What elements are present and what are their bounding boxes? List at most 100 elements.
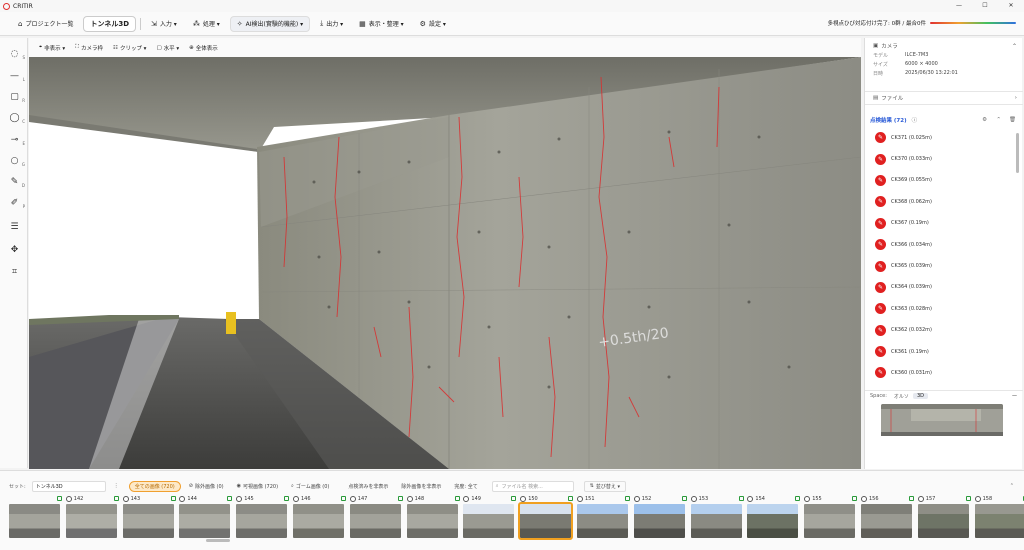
project-list-button[interactable]: ⌂ プロジェクト一覧: [12, 16, 79, 32]
input-menu[interactable]: ⇲ 入力 ▾: [145, 16, 183, 32]
thumbnail-select-radio[interactable]: [406, 496, 413, 502]
set-select[interactable]: トンネル3D: [31, 480, 106, 492]
result-item[interactable]: ✎ CK368 (0.062m): [865, 191, 1023, 212]
thumbnail-select-radio[interactable]: [293, 496, 299, 502]
result-item[interactable]: ✎ CK370 (0.033m): [865, 148, 1023, 169]
result-item[interactable]: ✎ CK360 (0.031m): [865, 362, 1023, 383]
result-item[interactable]: ✎ CK369 (0.055m): [865, 170, 1023, 191]
image-thumbnail[interactable]: 149: [463, 495, 518, 538]
focus-tool[interactable]: ⌗: [8, 266, 21, 279]
minimize-button[interactable]: —: [946, 0, 972, 12]
filter-excluded-images[interactable]: ⊘ 除外画像 (0): [184, 481, 229, 492]
hide-excluded-toggle[interactable]: 除外画像を非表示: [396, 481, 446, 492]
image-thumbnail[interactable]: [9, 495, 64, 538]
result-label: CK361 (0.19m): [891, 348, 929, 355]
thumbnail-select-radio[interactable]: [179, 496, 186, 502]
image-thumbnail[interactable]: 153: [690, 495, 746, 538]
sliders-tool[interactable]: ☰: [8, 221, 21, 234]
filter-visible-images[interactable]: ◉ 可視画像 (720): [232, 481, 283, 492]
completion-filter[interactable]: 完度: 全て: [449, 481, 482, 492]
thumbnail-select-radio[interactable]: [861, 496, 867, 502]
view-organize-menu[interactable]: ▦ 表示・整理 ▾: [353, 16, 410, 32]
line-tool[interactable]: — L: [8, 70, 25, 83]
filter-all-images[interactable]: 全ての画像 (720): [128, 480, 181, 492]
tunnel3d-tab[interactable]: トンネル3D: [83, 15, 137, 32]
image-thumbnail[interactable]: 155: [804, 495, 859, 538]
collapse-camera-icon[interactable]: ⌃: [1012, 43, 1017, 50]
ai-detect-menu[interactable]: ✧ AI検出(實験的機能) ▾: [229, 15, 311, 32]
hide-menu[interactable]: ⌖ 非表示 ▾: [39, 44, 65, 52]
close-button[interactable]: ✕: [998, 0, 1024, 12]
thumbnail-select-radio[interactable]: [633, 496, 640, 502]
image-thumbnail[interactable]: 143: [122, 495, 178, 538]
slice-tool[interactable]: ⊸ E: [8, 134, 25, 147]
orbit-tool[interactable]: ◌ S: [8, 48, 25, 61]
thumbnail-select-radio[interactable]: [577, 496, 583, 502]
result-item[interactable]: ✎ CK365 (0.039m): [865, 255, 1023, 276]
set-more-icon[interactable]: ⋮: [114, 483, 119, 489]
minimize-minimap-icon[interactable]: —: [1012, 393, 1017, 399]
rect-tool[interactable]: ▢ R: [8, 91, 25, 104]
image-thumbnail[interactable]: 146: [293, 495, 348, 538]
thumbnail-select-radio[interactable]: [236, 496, 243, 502]
settings-menu[interactable]: ⚙ 設定 ▾: [414, 16, 452, 32]
image-thumbnail[interactable]: 144: [179, 495, 234, 538]
file-section[interactable]: ▤ ファイル ›: [865, 91, 1023, 105]
image-thumbnail[interactable]: 152: [633, 495, 689, 538]
help-icon[interactable]: ⓘ: [912, 116, 918, 124]
image-thumbnail[interactable]: 151: [577, 495, 632, 538]
circle-tool[interactable]: ○ G: [8, 155, 25, 168]
results-collapse-icon[interactable]: ⌃: [996, 117, 1001, 123]
file-search-input[interactable]: ⌕ ファイル名 検索...: [491, 480, 574, 492]
thumbnail-select-radio[interactable]: [463, 496, 470, 502]
thumbnail-select-radio[interactable]: [804, 496, 811, 502]
thumbnail-select-radio[interactable]: [690, 496, 697, 502]
filter-zoom-images[interactable]: ⌕ ゴーム画像 (0): [286, 481, 334, 492]
expand-icon[interactable]: ⌃: [1010, 483, 1014, 489]
result-item[interactable]: ✎ CK367 (0.19m): [865, 213, 1023, 234]
maximize-button[interactable]: ☐: [972, 0, 998, 12]
move-tool[interactable]: ✥: [8, 244, 21, 257]
thumbnail-select-radio[interactable]: [520, 496, 527, 502]
thumbnail-select-radio[interactable]: [917, 496, 924, 502]
thumbnail-select-radio[interactable]: [122, 496, 129, 502]
space-tab-ortho[interactable]: オルソ: [890, 393, 913, 400]
image-thumbnail[interactable]: 154: [747, 495, 802, 538]
fit-all-button[interactable]: ⊕ 全体表示: [189, 44, 218, 52]
image-thumbnail[interactable]: 150: [518, 495, 575, 540]
space-tab-3d[interactable]: 3D: [912, 393, 928, 399]
pen-tool[interactable]: ✎ D: [8, 176, 25, 189]
clip-menu[interactable]: ☷ クリップ ▾: [113, 44, 146, 52]
result-item[interactable]: ✎ CK371 (0.025m): [865, 127, 1023, 148]
thumbnail-select-radio[interactable]: [747, 496, 754, 502]
thumbnail-select-radio[interactable]: [349, 496, 356, 502]
result-item[interactable]: ✎ CK363 (0.028m): [865, 298, 1023, 319]
results-scrollbar[interactable]: [1016, 133, 1019, 173]
result-item[interactable]: ✎ CK364 (0.039m): [865, 277, 1023, 298]
result-item[interactable]: ✎ CK362 (0.032m): [865, 320, 1023, 341]
image-thumbnail[interactable]: 156: [861, 495, 916, 538]
thumbnail-select-radio[interactable]: [65, 496, 72, 502]
edit-tool[interactable]: ✐ P: [8, 197, 25, 210]
image-thumbnail[interactable]: 158: [974, 495, 1024, 538]
minimap[interactable]: [881, 404, 1003, 442]
thumbnail-scrollbar[interactable]: [206, 539, 230, 542]
lasso-tool[interactable]: ◯ C: [8, 112, 25, 125]
3d-viewport[interactable]: +0.5th/20: [29, 57, 861, 469]
image-thumbnail[interactable]: 145: [236, 495, 291, 538]
camera-frame-toggle[interactable]: ⛶ カメラ枠: [75, 44, 103, 52]
image-thumbnail[interactable]: 147: [349, 495, 405, 538]
hide-inspected-toggle[interactable]: 点検済みを非表示: [343, 481, 393, 492]
image-thumbnail[interactable]: 148: [406, 495, 462, 538]
process-menu[interactable]: ⁂ 処理 ▾: [187, 16, 226, 32]
horizontal-menu[interactable]: ▢ 水平 ▾: [156, 44, 179, 52]
trash-icon[interactable]: 🗑: [1009, 117, 1016, 123]
output-menu[interactable]: ⤓ 出力 ▾: [314, 16, 349, 32]
thumbnail-select-radio[interactable]: [974, 496, 981, 502]
image-thumbnail[interactable]: 157: [917, 495, 973, 538]
result-item[interactable]: ✎ CK361 (0.19m): [865, 341, 1023, 362]
result-item[interactable]: ✎ CK366 (0.034m): [865, 234, 1023, 255]
image-thumbnail[interactable]: 142: [65, 495, 121, 538]
results-settings-icon[interactable]: ⚙: [982, 117, 987, 123]
sort-menu[interactable]: ⇅ 並び替え ▾: [583, 480, 627, 492]
